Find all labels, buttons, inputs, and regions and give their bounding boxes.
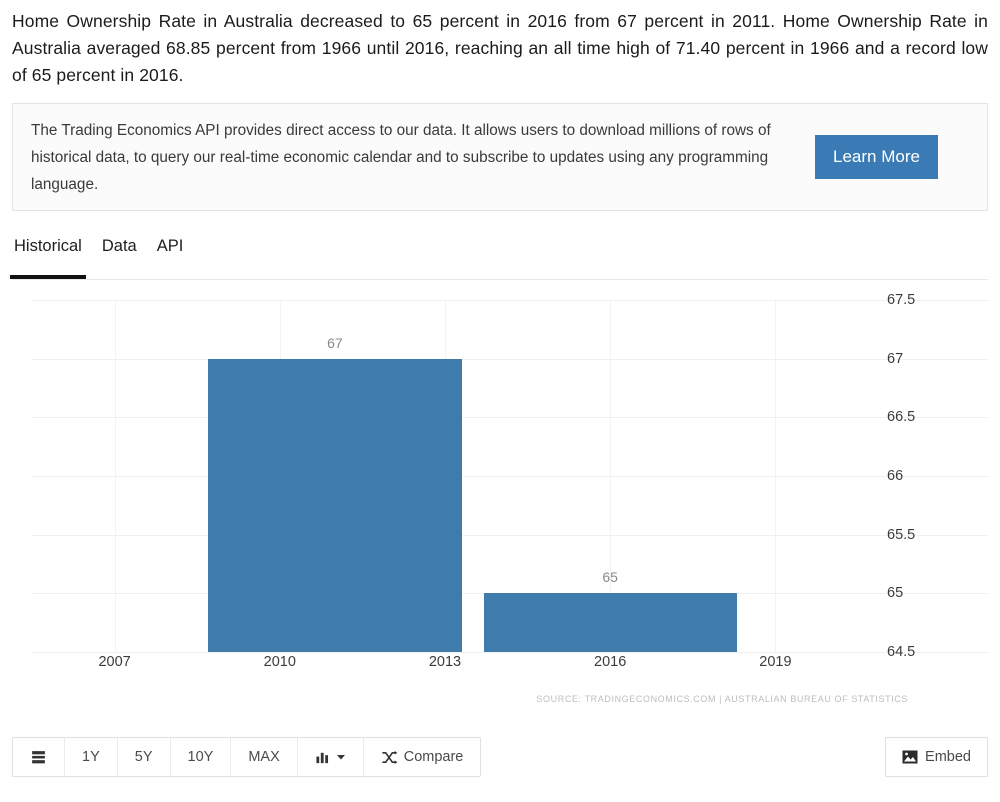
chart-source-note: SOURCE: TRADINGECONOMICS.COM | AUSTRALIA… xyxy=(536,694,908,704)
gridline-horizontal xyxy=(32,534,988,536)
compare-button[interactable]: Compare xyxy=(363,738,481,776)
y-axis-tick-label: 65.5 xyxy=(887,526,916,543)
shuffle-icon xyxy=(381,749,398,766)
chart-list-button[interactable] xyxy=(13,738,65,776)
embed-button-label: Embed xyxy=(925,749,971,765)
range-button-1y[interactable]: 1Y xyxy=(65,738,118,776)
list-icon xyxy=(30,749,47,766)
embed-button[interactable]: Embed xyxy=(885,737,988,777)
gridline-horizontal xyxy=(32,300,988,301)
chart-container[interactable]: 67.5 67 66.5 66 65.5 65 64.5 2007 2010 2013 2016 20… xyxy=(12,290,988,710)
y-axis-tick-label: 64.5 xyxy=(887,644,916,660)
summary-paragraph: Home Ownership Rate in Australia decreas… xyxy=(12,11,988,85)
compare-button-label: Compare xyxy=(403,749,464,765)
y-axis-tick-label: 67 xyxy=(887,350,904,367)
y-axis-tick-label: 65 xyxy=(887,585,904,602)
range-button-max-label: MAX xyxy=(248,749,280,765)
chart-plot-area[interactable] xyxy=(32,300,988,653)
bar-chart-icon xyxy=(315,750,330,765)
tab-api-label: API xyxy=(156,237,184,255)
bar-value-label: 65 xyxy=(602,569,618,586)
api-promo-text: The Trading Economics API provides direc… xyxy=(31,121,771,193)
x-axis-tick-label: 2007 xyxy=(98,654,131,670)
y-axis-tick-label: 67.5 xyxy=(887,292,916,308)
gridline-horizontal xyxy=(32,476,988,477)
y-axis-tick-label: 66 xyxy=(887,468,904,484)
gridline-vertical xyxy=(775,300,777,652)
gridline-horizontal xyxy=(32,652,988,653)
learn-more-button[interactable]: Learn More xyxy=(815,135,938,179)
tab-historical[interactable]: Historical xyxy=(10,233,100,279)
tab-bar: Historical Data API xyxy=(10,233,988,280)
api-promo-banner: The Trading Economics API provides direc… xyxy=(12,103,988,211)
chart-bar[interactable] xyxy=(483,593,737,652)
bar-value-label: 67 xyxy=(327,334,343,351)
x-axis-tick-label: 2016 xyxy=(594,654,627,670)
x-axis-tick-label: 2019 xyxy=(759,654,792,670)
chart-type-button[interactable] xyxy=(297,738,364,776)
gridline-horizontal xyxy=(32,417,988,419)
tab-historical-label: Historical xyxy=(14,237,82,255)
range-button-10y[interactable]: 10Y xyxy=(170,738,232,776)
tab-api[interactable]: API xyxy=(155,233,202,279)
gridline-vertical xyxy=(114,300,116,652)
tab-data-label: Data xyxy=(101,237,137,255)
range-button-10y-label: 10Y xyxy=(187,749,214,765)
range-button-5y-label: 5Y xyxy=(134,749,153,765)
gridline-horizontal xyxy=(32,358,988,360)
chart-toolbar: 1Y 5Y 10Y MAX Compare Embed xyxy=(12,737,988,777)
y-axis-tick-label: 66.5 xyxy=(887,409,916,426)
range-button-1y-label: 1Y xyxy=(82,749,100,765)
tab-data[interactable]: Data xyxy=(100,233,155,279)
x-axis-tick-label: 2010 xyxy=(263,654,296,670)
chart-bar[interactable] xyxy=(208,358,462,652)
chevron-down-icon xyxy=(336,752,346,762)
range-button-5y[interactable]: 5Y xyxy=(117,738,171,776)
x-axis-tick-label: 2013 xyxy=(428,654,462,670)
image-icon xyxy=(902,750,918,764)
chart-controls-group: 1Y 5Y 10Y MAX Compare xyxy=(12,737,482,777)
range-button-max[interactable]: MAX xyxy=(231,738,298,776)
